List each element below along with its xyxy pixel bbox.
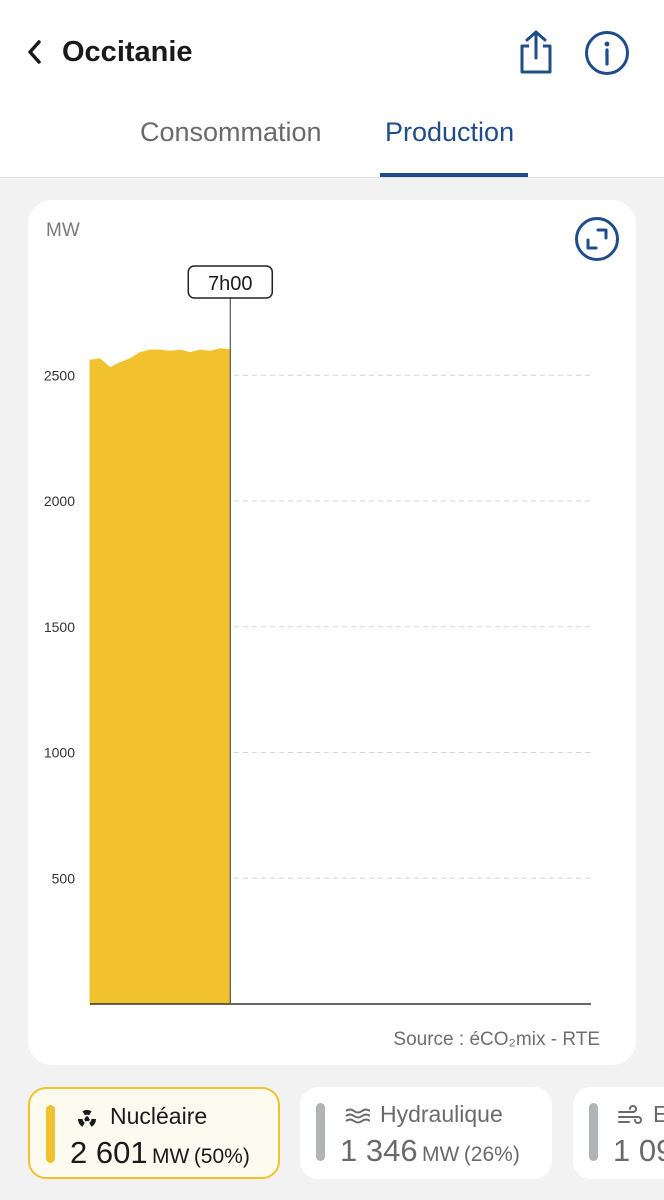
- legend-unit: MW: [152, 1145, 190, 1168]
- legend-color-bar: [316, 1103, 325, 1161]
- legend-card-eolien[interactable]: E 1 09: [573, 1087, 664, 1179]
- data-point: [159, 349, 161, 351]
- legend-name: E: [653, 1101, 664, 1127]
- legend-unit: MW: [422, 1143, 460, 1166]
- info-button[interactable]: [584, 30, 630, 76]
- legend-card-nucleaire[interactable]: Nucléaire 2 601 MW (50%): [28, 1087, 280, 1179]
- y-tick-label: 1000: [44, 745, 75, 761]
- data-point: [129, 358, 131, 360]
- share-icon: [520, 30, 552, 74]
- legend-card-hydraulique[interactable]: Hydraulique 1 346 MW (26%): [300, 1087, 552, 1179]
- data-point: [99, 358, 101, 360]
- data-point: [179, 349, 181, 351]
- data-point: [109, 367, 111, 369]
- page-title: Occitanie: [62, 36, 193, 68]
- y-tick-label: 2500: [44, 367, 75, 383]
- legend-value: 1 346: [340, 1133, 418, 1168]
- data-point: [199, 349, 201, 351]
- legend-color-bar: [46, 1105, 55, 1163]
- chart-unit-label: MW: [46, 220, 80, 241]
- y-tick-label: 500: [52, 870, 76, 886]
- legend-value-row: 1 09: [613, 1133, 664, 1169]
- active-tab-indicator: [380, 173, 528, 177]
- data-point: [119, 362, 121, 364]
- y-tick-label: 2000: [44, 493, 75, 509]
- data-point: [89, 359, 91, 361]
- back-button[interactable]: [24, 30, 64, 74]
- legend-name: Nucléaire: [110, 1103, 208, 1129]
- radiation-icon: [78, 1109, 96, 1127]
- app-header: Occitanie Consommation Production: [0, 0, 664, 178]
- series-area-nucleaire: [89, 348, 231, 1005]
- legend-value: 1 09: [613, 1133, 664, 1168]
- chevron-left-icon: [28, 40, 41, 64]
- tab-production[interactable]: Production: [385, 112, 514, 152]
- legend-value-row: 1 346 MW (26%): [340, 1133, 520, 1169]
- tab-consommation[interactable]: Consommation: [140, 112, 322, 152]
- share-button[interactable]: [514, 28, 558, 76]
- info-icon: [585, 31, 629, 75]
- data-point: [209, 350, 211, 352]
- chart-source: Source : éCO₂mix - RTE: [393, 1029, 600, 1050]
- water-waves-icon: [345, 1108, 370, 1124]
- legend-name: Hydraulique: [380, 1101, 503, 1127]
- data-point: [139, 352, 141, 354]
- y-tick-label: 1500: [44, 619, 75, 635]
- data-point: [169, 350, 171, 352]
- data-point: [189, 352, 191, 354]
- wind-icon: [618, 1105, 642, 1124]
- legend-share: (26%): [463, 1143, 520, 1166]
- cursor-label: 7h00: [208, 273, 253, 295]
- production-chart[interactable]: 500 1000 1500 2000 2500 7h00: [28, 250, 636, 1020]
- legend-value: 2 601: [70, 1135, 148, 1170]
- legend-color-bar: [589, 1103, 598, 1161]
- data-point: [219, 348, 221, 350]
- legend-value-row: 2 601 MW (50%): [70, 1135, 250, 1171]
- data-point: [149, 349, 151, 351]
- legend-share: (50%): [193, 1145, 250, 1168]
